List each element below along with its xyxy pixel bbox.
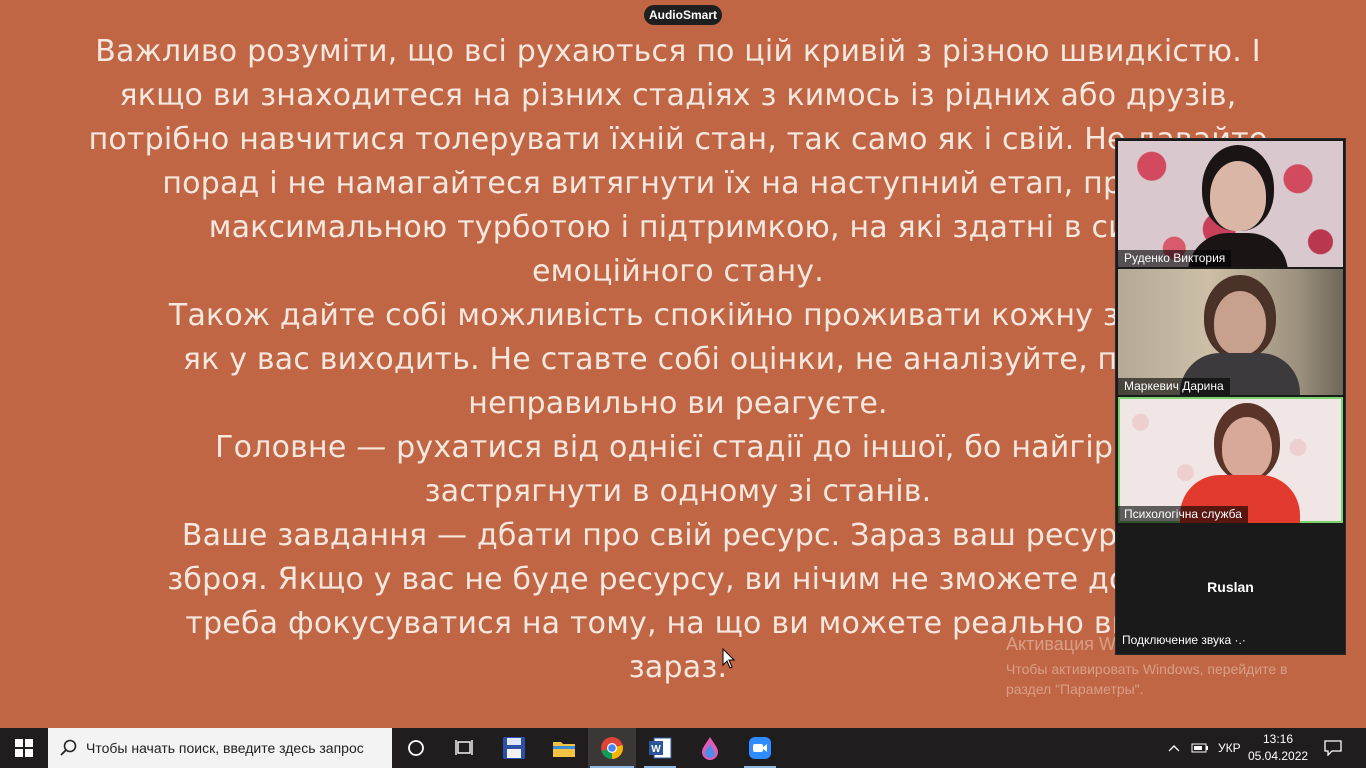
svg-text:W: W	[651, 744, 661, 755]
participant-tile[interactable]: Ruslan Подключение звука ·.·	[1118, 525, 1343, 651]
start-button[interactable]	[0, 728, 48, 768]
cortana-circle-icon	[408, 740, 424, 756]
search-placeholder: Чтобы начать поиск, введите здесь запрос	[86, 740, 364, 756]
zoom-gallery-panel: Руденко Виктория Маркевич Дарина Психоло…	[1115, 138, 1346, 655]
participant-tile[interactable]: Маркевич Дарина	[1118, 269, 1343, 395]
chrome-icon	[601, 737, 623, 759]
taskbar-app-word[interactable]: W	[636, 728, 684, 768]
cortana-button[interactable]	[392, 728, 440, 768]
windows-logo-icon	[15, 739, 33, 757]
participant-tile-active-speaker[interactable]: Психологічна служба	[1118, 397, 1343, 523]
taskbar-clock[interactable]: 13:16 05.04.2022	[1248, 731, 1308, 765]
taskbar-app-explorer[interactable]	[540, 728, 588, 768]
clock-date: 05.04.2022	[1248, 749, 1309, 763]
taskbar-search-box[interactable]: Чтобы начать поиск, введите здесь запрос	[48, 728, 392, 768]
participant-tile[interactable]: Руденко Виктория	[1118, 141, 1343, 267]
mouse-cursor-icon	[722, 648, 736, 669]
battery-icon	[1191, 743, 1208, 753]
clock-time: 13:16	[1262, 732, 1294, 746]
participant-video-icon	[1210, 161, 1266, 231]
zoom-icon	[749, 737, 771, 759]
windows-taskbar: Чтобы начать поиск, введите здесь запрос	[0, 728, 1366, 768]
folder-icon	[553, 742, 575, 757]
watermark-desc: Чтобы активировать Windows, перейдите в …	[1006, 661, 1288, 697]
taskbar-app-chrome[interactable]	[588, 728, 636, 768]
color-drop-icon	[702, 737, 718, 760]
audiosmart-badge[interactable]: AudioSmart	[644, 5, 722, 25]
participant-video-icon	[1214, 291, 1266, 355]
participant-video-icon	[1222, 417, 1272, 479]
task-view-button[interactable]	[440, 728, 488, 768]
language-indicator[interactable]: УКР	[1218, 741, 1241, 755]
taskbar-app-save[interactable]	[490, 728, 538, 768]
participant-name: Руденко Виктория	[1118, 250, 1232, 267]
task-view-icon	[455, 740, 473, 755]
participant-name: Психологічна служба	[1118, 506, 1248, 523]
participant-name: Маркевич Дарина	[1118, 378, 1230, 395]
audio-connecting-status: Подключение звука ·.·	[1122, 633, 1246, 647]
floppy-disk-icon	[503, 737, 525, 759]
slide-line: Важливо розуміти, що всі рухаються по ці…	[95, 34, 1261, 69]
action-center-button[interactable]	[1318, 728, 1348, 768]
taskbar-app-zoom[interactable]	[736, 728, 784, 768]
slide-line: якщо ви знаходитеся на різних стадіях з …	[119, 78, 1237, 113]
tray-network-button[interactable]	[1188, 728, 1212, 768]
participant-name: Ruslan	[1207, 579, 1254, 595]
notification-icon	[1324, 740, 1342, 756]
chevron-up-icon	[1168, 745, 1180, 752]
word-icon: W	[649, 737, 672, 759]
search-icon	[60, 739, 77, 756]
taskbar-app-paint[interactable]	[686, 728, 734, 768]
tray-overflow-button[interactable]	[1162, 728, 1186, 768]
